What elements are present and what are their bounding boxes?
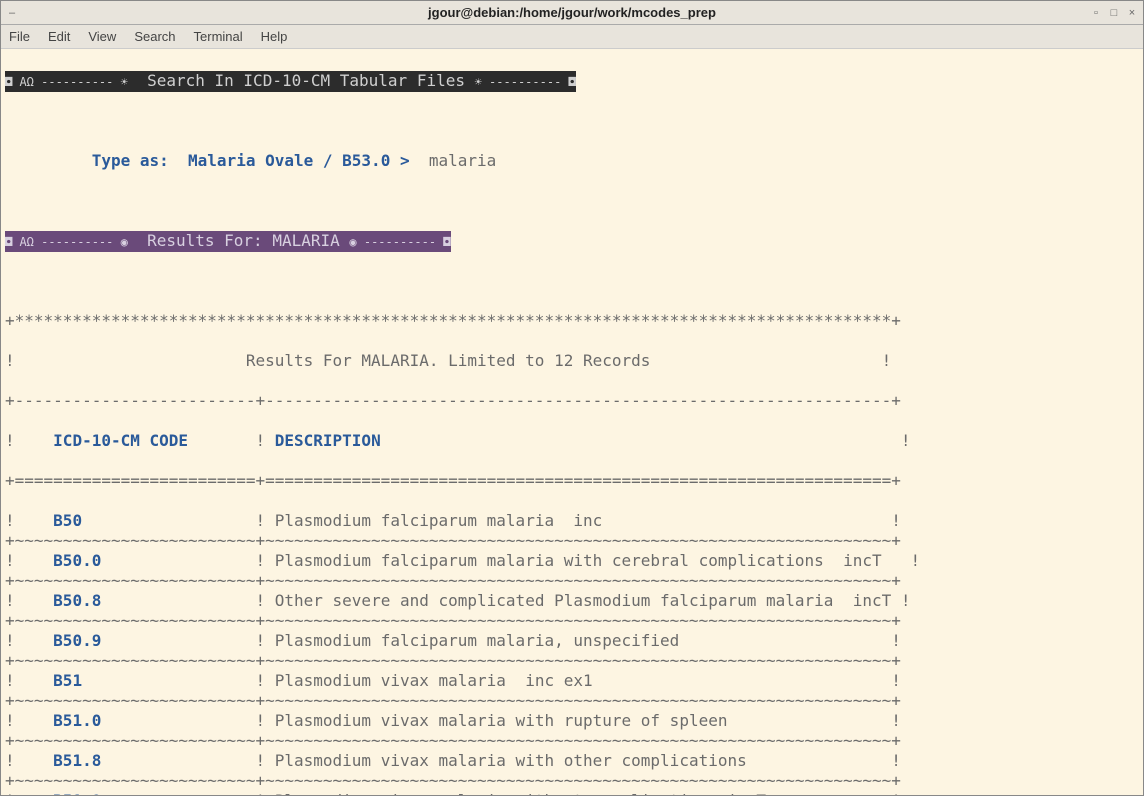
col-desc: DESCRIPTION bbox=[275, 431, 381, 450]
table-row: ! B50.8 ! Other severe and complicated P… bbox=[5, 591, 1139, 611]
table-divider: +-------------------------+-------------… bbox=[5, 391, 1139, 411]
code-cell: B50.8 bbox=[53, 591, 246, 610]
desc-cell: Plasmodium vivax malaria inc ex1 bbox=[275, 671, 892, 690]
code-cell: B51.8 bbox=[53, 751, 246, 770]
code-cell: B50.0 bbox=[53, 551, 246, 570]
desc-cell: Plasmodium falciparum malaria with cereb… bbox=[275, 551, 911, 570]
menu-help[interactable]: Help bbox=[261, 29, 288, 44]
desc-cell: Plasmodium falciparum malaria, unspecifi… bbox=[275, 631, 892, 650]
code-cell: B50.9 bbox=[53, 631, 246, 650]
close-button[interactable]: × bbox=[1125, 6, 1139, 20]
table-row-sep: +~~~~~~~~~~~~~~~~~~~~~~~~~+~~~~~~~~~~~~~… bbox=[5, 651, 1139, 671]
table-row: ! B50.0 ! Plasmodium falciparum malaria … bbox=[5, 551, 1139, 571]
menu-view[interactable]: View bbox=[88, 29, 116, 44]
desc-cell: Plasmodium falciparum malaria inc bbox=[275, 511, 892, 530]
table-row: ! B51.0 ! Plasmodium vivax malaria with … bbox=[5, 711, 1139, 731]
menu-edit[interactable]: Edit bbox=[48, 29, 70, 44]
table-header: ! ICD-10-CM CODE ! DESCRIPTION ! bbox=[5, 431, 1139, 451]
window-title: jgour@debian:/home/jgour/work/mcodes_pre… bbox=[428, 5, 716, 20]
code-cell: B51 bbox=[53, 671, 246, 690]
table-row: ! B50.9 ! Plasmodium falciparum malaria,… bbox=[5, 631, 1139, 651]
prompt-label: Type as: Malaria Ovale / B53.0 > bbox=[92, 151, 410, 170]
desc-cell: Plasmodium vivax malaria with other comp… bbox=[275, 751, 892, 770]
results-banner: ◘ ΑΩ ---------- ◉ Results For: MALARIA ◉… bbox=[5, 231, 451, 252]
desc-cell: Plasmodium vivax malaria with rupture of… bbox=[275, 711, 892, 730]
code-cell: B50 bbox=[53, 511, 246, 530]
menu-file[interactable]: File bbox=[9, 29, 30, 44]
search-banner: ◘ ΑΩ ---------- ☀ Search In ICD-10-CM Ta… bbox=[5, 71, 576, 92]
terminal-content[interactable]: ◘ ΑΩ ---------- ☀ Search In ICD-10-CM Ta… bbox=[1, 49, 1143, 795]
code-cell: B51.9 bbox=[53, 791, 246, 795]
table-row: ! B51.8 ! Plasmodium vivax malaria with … bbox=[5, 751, 1139, 771]
col-code: ICD-10-CM CODE bbox=[53, 431, 246, 450]
table-divider: +=========================+=============… bbox=[5, 471, 1139, 491]
collapse-button[interactable]: – bbox=[5, 6, 19, 20]
table-row-sep: +~~~~~~~~~~~~~~~~~~~~~~~~~+~~~~~~~~~~~~~… bbox=[5, 571, 1139, 591]
minimize-button[interactable]: ▫ bbox=[1089, 6, 1103, 20]
desc-cell: Plasmodium vivax malaria without complic… bbox=[275, 791, 892, 795]
menubar: File Edit View Search Terminal Help bbox=[1, 25, 1143, 49]
maximize-button[interactable]: □ bbox=[1107, 6, 1121, 20]
menu-terminal[interactable]: Terminal bbox=[194, 29, 243, 44]
table-row: ! B50 ! Plasmodium falciparum malaria in… bbox=[5, 511, 1139, 531]
table-row-sep: +~~~~~~~~~~~~~~~~~~~~~~~~~+~~~~~~~~~~~~~… bbox=[5, 611, 1139, 631]
desc-cell: Other severe and complicated Plasmodium … bbox=[275, 591, 901, 610]
menu-search[interactable]: Search bbox=[134, 29, 175, 44]
table-row: ! B51.9 ! Plasmodium vivax malaria witho… bbox=[5, 791, 1139, 795]
code-cell: B51.0 bbox=[53, 711, 246, 730]
table-top-border: +***************************************… bbox=[5, 311, 1139, 331]
table-caption: ! Results For MALARIA. Limited to 12 Rec… bbox=[5, 351, 1139, 371]
table-row-sep: +~~~~~~~~~~~~~~~~~~~~~~~~~+~~~~~~~~~~~~~… bbox=[5, 691, 1139, 711]
table-row: ! B51 ! Plasmodium vivax malaria inc ex1… bbox=[5, 671, 1139, 691]
table-row-sep: +~~~~~~~~~~~~~~~~~~~~~~~~~+~~~~~~~~~~~~~… bbox=[5, 531, 1139, 551]
terminal-window: – jgour@debian:/home/jgour/work/mcodes_p… bbox=[0, 0, 1144, 796]
titlebar: – jgour@debian:/home/jgour/work/mcodes_p… bbox=[1, 1, 1143, 25]
search-input-value: malaria bbox=[410, 151, 497, 170]
table-row-sep: +~~~~~~~~~~~~~~~~~~~~~~~~~+~~~~~~~~~~~~~… bbox=[5, 771, 1139, 791]
table-row-sep: +~~~~~~~~~~~~~~~~~~~~~~~~~+~~~~~~~~~~~~~… bbox=[5, 731, 1139, 751]
